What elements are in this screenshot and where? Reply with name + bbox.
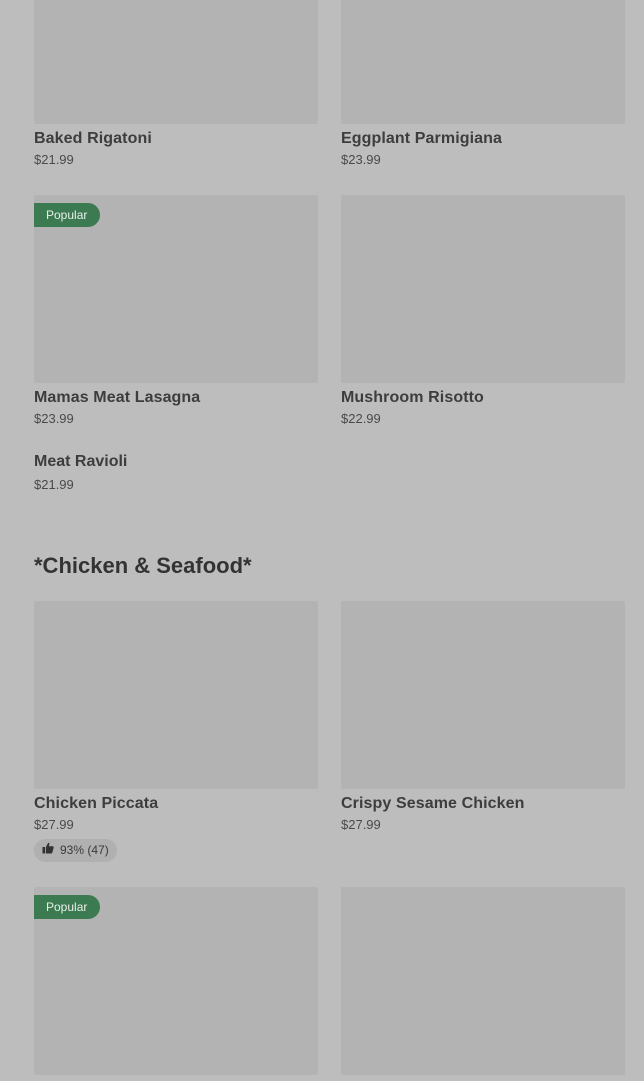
menu-item-card[interactable]: Crispy Sesame Chicken $27.99: [341, 601, 625, 833]
menu-item-image[interactable]: [341, 195, 625, 383]
menu-item-name: Chicken Piccata: [34, 795, 159, 812]
menu-item-name: Eggplant Parmigiana: [341, 130, 503, 147]
menu-item-price: $22.99: [341, 411, 381, 426]
menu-item-price: $23.99: [34, 411, 74, 426]
menu-item-card[interactable]: Eggplant Parmigiana $23.99: [341, 0, 625, 168]
menu-item-price: $27.99: [341, 817, 381, 832]
menu-item-image[interactable]: [34, 601, 318, 789]
menu-item-card[interactable]: [341, 887, 625, 1075]
menu-item-image[interactable]: [341, 887, 625, 1075]
menu-item-card[interactable]: Mushroom Risotto $22.99: [341, 195, 625, 427]
menu-item-price: $21.99: [34, 152, 74, 167]
thumbs-up-icon: [42, 839, 54, 862]
section-heading: *Chicken & Seafood*: [34, 553, 252, 578]
menu-item-image[interactable]: [341, 601, 625, 789]
menu-item-price: $27.99: [34, 817, 74, 832]
menu-item-name: Meat Ravioli: [34, 453, 128, 470]
menu-item-name: Crispy Sesame Chicken: [341, 795, 525, 812]
menu-item-card[interactable]: Popular: [34, 887, 318, 1075]
popular-badge: Popular: [34, 895, 101, 919]
popular-badge: Popular: [34, 203, 101, 227]
menu-item-image[interactable]: [34, 0, 318, 124]
menu-item-card[interactable]: Popular Mamas Meat Lasagna $23.99: [34, 195, 318, 427]
menu-item-price: $23.99: [341, 152, 381, 167]
menu-item-card[interactable]: Chicken Piccata $27.99 93% (47): [34, 601, 318, 862]
menu-item-image[interactable]: Popular: [34, 195, 318, 383]
rating-pill: 93% (47): [34, 839, 117, 862]
rating-text: 93% (47): [60, 843, 109, 857]
menu-item-image[interactable]: Popular: [34, 887, 318, 1075]
menu-item-name: Baked Rigatoni: [34, 130, 152, 147]
menu-item-name: Mamas Meat Lasagna: [34, 389, 201, 406]
menu-item-name: Mushroom Risotto: [341, 389, 484, 406]
menu-item-text-only[interactable]: Meat Ravioli $21.99: [34, 452, 127, 493]
menu-item-card[interactable]: Baked Rigatoni $21.99: [34, 0, 318, 168]
menu-item-image[interactable]: [341, 0, 625, 124]
menu-item-price: $21.99: [34, 477, 74, 492]
